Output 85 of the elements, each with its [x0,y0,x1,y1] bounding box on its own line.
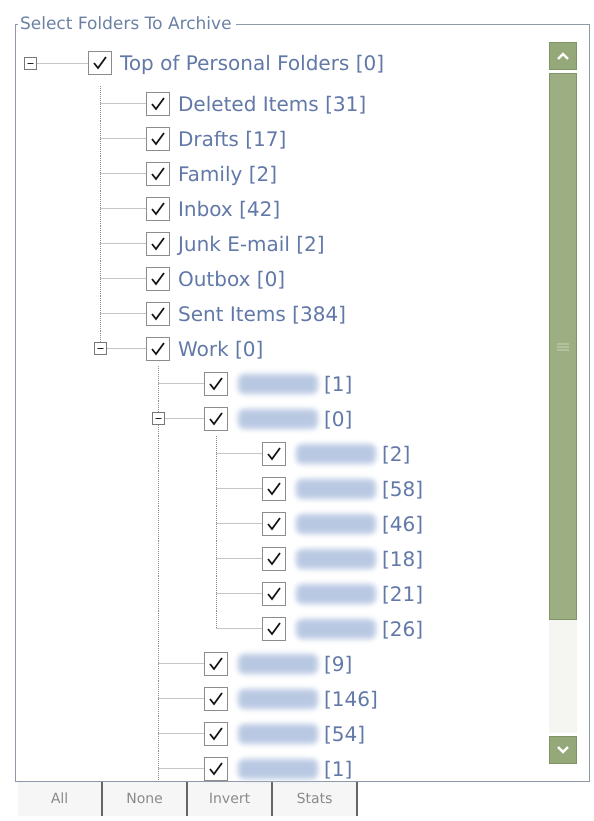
checkbox[interactable] [146,162,170,186]
check-icon [266,620,282,636]
group-title: Select Folders To Archive [19,14,233,34]
tree-connector [100,121,146,156]
checkbox[interactable] [146,196,170,220]
folder-label[interactable]: [26] [382,616,424,640]
folder-label[interactable]: Outbox [0] [178,266,286,290]
checkbox[interactable] [262,546,286,570]
checkbox[interactable] [146,92,170,116]
folder-label[interactable]: Top of Personal Folders [0] [120,51,384,75]
folder-label[interactable]: [21] [382,582,424,606]
folder-label[interactable]: [2] [382,442,410,466]
folder-label[interactable]: Work [0] [178,336,264,360]
collapse-toggle[interactable] [94,342,107,355]
checkbox[interactable] [262,582,286,606]
grip-icon [556,342,570,352]
scroll-up-button[interactable] [549,42,577,70]
folder-label[interactable]: [1] [324,372,352,396]
folder-label[interactable]: [46] [382,512,424,536]
folder-label[interactable]: [9] [324,652,352,676]
check-icon [266,446,282,462]
checkbox[interactable] [146,336,170,360]
check-icon [150,236,166,252]
check-icon [208,690,224,706]
check-icon [266,550,282,566]
check-icon [208,760,224,776]
checkbox[interactable] [262,512,286,536]
folder-label[interactable]: [1] [324,756,352,780]
checkbox[interactable] [88,51,112,75]
check-icon [266,480,282,496]
tree-connector [100,261,146,296]
folder-label[interactable]: Inbox [42] [178,196,280,220]
check-icon [150,96,166,112]
scroll-thumb[interactable] [549,73,577,620]
checkbox[interactable] [146,232,170,256]
check-icon [208,726,224,742]
check-icon [150,340,166,356]
checkbox[interactable] [204,722,228,746]
check-icon [208,376,224,392]
folder-label[interactable]: [18] [382,546,424,570]
folder-label[interactable]: Junk E-mail [2] [178,232,325,256]
checkbox[interactable] [204,686,228,710]
checkbox[interactable] [262,442,286,466]
check-icon [266,586,282,602]
tree-connector [100,226,146,261]
action-button[interactable]: All [18,782,103,816]
check-icon [208,410,224,426]
check-icon [150,306,166,322]
folder-label[interactable]: [0] [324,406,352,430]
check-icon [150,270,166,286]
tree-connector [100,156,146,191]
folder-label[interactable]: Sent Items [384] [178,302,346,326]
collapse-toggle[interactable] [152,412,165,425]
action-button[interactable]: None [103,782,188,816]
tree-connector [158,366,204,401]
checkbox[interactable] [262,476,286,500]
checkbox[interactable] [262,616,286,640]
folder-label[interactable]: [146] [324,686,378,710]
folder-label[interactable]: Drafts [17] [178,126,286,150]
check-icon [208,656,224,672]
tree-connector [100,86,146,121]
folder-label[interactable]: Family [2] [178,162,278,186]
folder-label[interactable]: [54] [324,722,366,746]
collapse-toggle[interactable] [24,57,37,70]
check-icon [150,166,166,182]
check-icon [150,130,166,146]
checkbox[interactable] [146,302,170,326]
checkbox[interactable] [204,756,228,780]
check-icon [266,516,282,532]
tree-connector [158,681,204,716]
action-button[interactable]: Stats [273,782,358,816]
folder-label[interactable]: [58] [382,476,424,500]
action-button[interactable]: Invert [188,782,273,816]
scroll-down-button[interactable] [549,736,577,764]
checkbox[interactable] [146,126,170,150]
checkbox[interactable] [204,652,228,676]
tree-connector [36,63,88,64]
tree-connector [158,716,204,751]
tree-connector [100,191,146,226]
checkbox[interactable] [204,372,228,396]
checkbox[interactable] [146,266,170,290]
check-icon [150,200,166,216]
checkbox[interactable] [204,406,228,430]
folder-label[interactable]: Deleted Items [31] [178,92,366,116]
check-icon [92,55,108,71]
